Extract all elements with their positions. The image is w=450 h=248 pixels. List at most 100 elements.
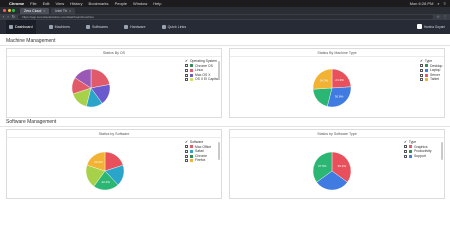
nav-label: Dashboard <box>15 25 33 29</box>
legend-label: Support <box>414 153 426 158</box>
checkbox-icon[interactable] <box>420 64 423 68</box>
checkbox-icon[interactable] <box>404 154 407 158</box>
user-name: Harsha Goyani <box>423 24 445 29</box>
pie-slice-label: 30.8% <box>335 94 344 98</box>
scrollbar[interactable] <box>218 61 220 79</box>
swatch <box>425 64 428 68</box>
checkbox-icon[interactable] <box>185 68 188 72</box>
checkbox-icon[interactable] <box>185 64 188 68</box>
checkbox-icon[interactable] <box>185 159 188 163</box>
menu-help[interactable]: Help <box>153 0 161 7</box>
panel-title: Statics By OS <box>102 51 126 55</box>
avatar <box>416 24 422 29</box>
checkbox-icon[interactable] <box>185 154 188 158</box>
pie-chart-os <box>71 68 111 108</box>
minimize-window-icon[interactable] <box>7 9 11 12</box>
screen: Chrome File Edit View History Bookmarks … <box>0 0 450 248</box>
menu-file[interactable]: File <box>30 0 36 7</box>
url-input[interactable]: https://app.zerocloudsolution.com/dashbo… <box>18 14 434 20</box>
checkbox-icon[interactable] <box>420 68 423 72</box>
check-icon: ✔ <box>404 140 407 144</box>
pie-slice-label: 24.3% <box>335 78 344 82</box>
pie-slice-label: 24.3% <box>320 78 329 82</box>
legend-software-type: ✔ Type Graphics Productivity Support <box>404 140 432 158</box>
swatch <box>190 78 193 82</box>
swatch <box>425 68 428 72</box>
search-icon[interactable]: ⌕ <box>437 0 439 7</box>
check-icon: ✔ <box>420 59 423 63</box>
dashboard-icon <box>9 25 13 29</box>
menu-icon[interactable]: ≡ <box>444 0 446 7</box>
panel-title: Statics by Software Type <box>317 132 357 136</box>
softwares-icon <box>85 25 90 29</box>
swatch <box>190 149 193 153</box>
pie-chart-software: 22.2% 20.2% <box>85 151 125 191</box>
legend-item[interactable]: OS X El Capitan <box>185 77 220 82</box>
swatch <box>190 145 193 149</box>
check-icon: ✔ <box>185 140 188 144</box>
menu-bookmarks[interactable]: Bookmarks <box>89 0 109 7</box>
legend-software: ✔ Software Mac Office Safari Chrome Firef… <box>185 140 211 163</box>
checkbox-icon[interactable] <box>420 73 423 77</box>
panel-title: Statics By Machine Type <box>317 51 357 55</box>
browser-tab-strip: Zero Cloud × Intel Th × <box>0 7 450 14</box>
legend-item[interactable]: Support <box>404 154 432 159</box>
checkbox-icon[interactable] <box>185 145 188 149</box>
swatch <box>425 73 428 77</box>
menu-edit[interactable]: Edit <box>43 0 50 7</box>
divider <box>0 126 450 127</box>
window-controls <box>3 9 15 12</box>
main-content: Machine Management Statics By OS ✔ Operat… <box>0 34 450 248</box>
panel-os: Statics By OS ✔ Operating System Chrome O… <box>6 48 222 118</box>
zoom-window-icon[interactable] <box>12 9 15 12</box>
checkbox-icon[interactable] <box>185 73 188 77</box>
link-icon <box>161 25 166 29</box>
swatch <box>190 68 193 72</box>
checkbox-icon[interactable] <box>404 149 407 153</box>
swatch <box>409 149 412 153</box>
check-icon: ✔ <box>185 59 188 63</box>
panel-software-type: Statics by Software Type 35.4% 37.5% ✔ Typ… <box>229 129 445 199</box>
nav-softwares[interactable]: Softwares <box>83 20 111 34</box>
legend-label: OS X El Capitan <box>195 77 220 82</box>
hardware-icon <box>123 25 128 29</box>
divider <box>0 45 450 46</box>
nav-hardware[interactable]: Hardware <box>121 20 149 34</box>
scrollbar[interactable] <box>218 142 220 160</box>
legend-item[interactable]: Firefox <box>185 158 211 163</box>
swatch <box>190 159 193 163</box>
nav-label: Quick Links <box>167 25 187 29</box>
section-title-machine: Machine Management <box>6 38 56 44</box>
section-title-software: Software Management <box>6 119 57 125</box>
checkbox-icon[interactable] <box>185 149 188 153</box>
scrollbar[interactable] <box>441 142 443 160</box>
checkbox-icon[interactable] <box>420 78 423 82</box>
close-window-icon[interactable] <box>3 9 6 12</box>
swatch <box>409 145 412 149</box>
legend-machine-type: ✔ Type Desktop Laptop Server Tablet <box>420 59 442 82</box>
menu-history[interactable]: History <box>70 0 82 7</box>
swatch <box>409 154 412 158</box>
pie-chart-software-type: 35.4% 37.5% <box>312 151 352 191</box>
swatch <box>425 78 428 82</box>
user-menu[interactable]: Harsha Goyani <box>416 24 445 29</box>
pie-slice-label: 35.4% <box>338 164 347 168</box>
checkbox-icon[interactable] <box>185 78 188 82</box>
nav-quick-links[interactable]: Quick Links <box>159 20 190 34</box>
menu-app-name[interactable]: Chrome <box>9 0 24 7</box>
nav-dashboard[interactable]: Dashboard <box>6 20 36 34</box>
menu-people[interactable]: People <box>115 0 127 7</box>
pie-slice-label: 22.2% <box>101 180 110 184</box>
pie-slice-label: 20.2% <box>94 160 103 164</box>
legend-item[interactable]: Tablet <box>420 77 442 82</box>
swatch <box>190 73 193 77</box>
checkbox-icon[interactable] <box>404 145 407 149</box>
panel-title: Statics by Software <box>98 132 130 136</box>
panel-machine-type: Statics By Machine Type 24.3% 30.8% 24.3% … <box>229 48 445 118</box>
nav-label: Hardware <box>129 25 146 29</box>
clock: Mon 6:28 PM <box>409 1 434 6</box>
nav-machines[interactable]: Machines <box>46 20 73 34</box>
menu-view[interactable]: View <box>55 0 64 7</box>
menu-window[interactable]: Window <box>133 0 147 7</box>
machines-icon <box>48 25 53 29</box>
